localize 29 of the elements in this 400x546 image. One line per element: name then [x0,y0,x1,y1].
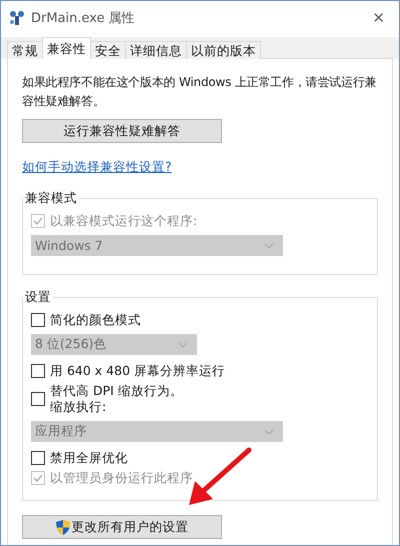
chevron-icon [264,428,274,434]
group-title: 兼容模式 [24,190,78,207]
checkbox-label: 缩放执行: [50,399,108,415]
checkbox-label: 用 640 x 480 屏幕分辨率运行 [50,363,226,379]
tab[interactable]: 兼容性 [42,37,91,59]
troubleshoot-button[interactable]: 运行兼容性疑难解答 [22,119,222,143]
checkbox[interactable] [31,313,45,327]
checkbox-label: 禁用全屏优化 [50,450,128,466]
checkbox[interactable] [31,451,45,465]
help-link[interactable]: 如何手动选择兼容性设置? [22,159,172,174]
checkbox[interactable] [31,364,45,378]
checkbox-label: 替代高 DPI 缩放行为。 [50,383,183,399]
tab[interactable]: 以前的版本 [186,41,261,59]
checkbox[interactable] [31,392,45,406]
chevron-icon [264,242,274,248]
checkbox-label: 以兼容模式运行这个程序: [50,213,198,229]
window-title: DrMain.exe 属性 [31,10,136,27]
change-all-users-button[interactable]: 更改所有用户的设置 [22,515,222,539]
app-icon [9,10,25,26]
tab[interactable]: 常规 [7,41,43,59]
close-button[interactable]: ✕ [366,9,391,27]
checkbox-label: 简化的颜色模式 [50,312,141,328]
tab[interactable]: 详细信息 [125,41,187,59]
checkbox-label: 以管理员身份运行此程序 [50,470,193,486]
tab[interactable]: 安全 [90,41,126,59]
chevron-icon [178,342,188,348]
intro-text: 如果此程序不能在这个版本的 Windows 上正常工作，请尝试运行兼容性疑难解答。 [22,74,378,110]
group-title: 设置 [24,289,52,306]
shield-icon [56,520,70,534]
